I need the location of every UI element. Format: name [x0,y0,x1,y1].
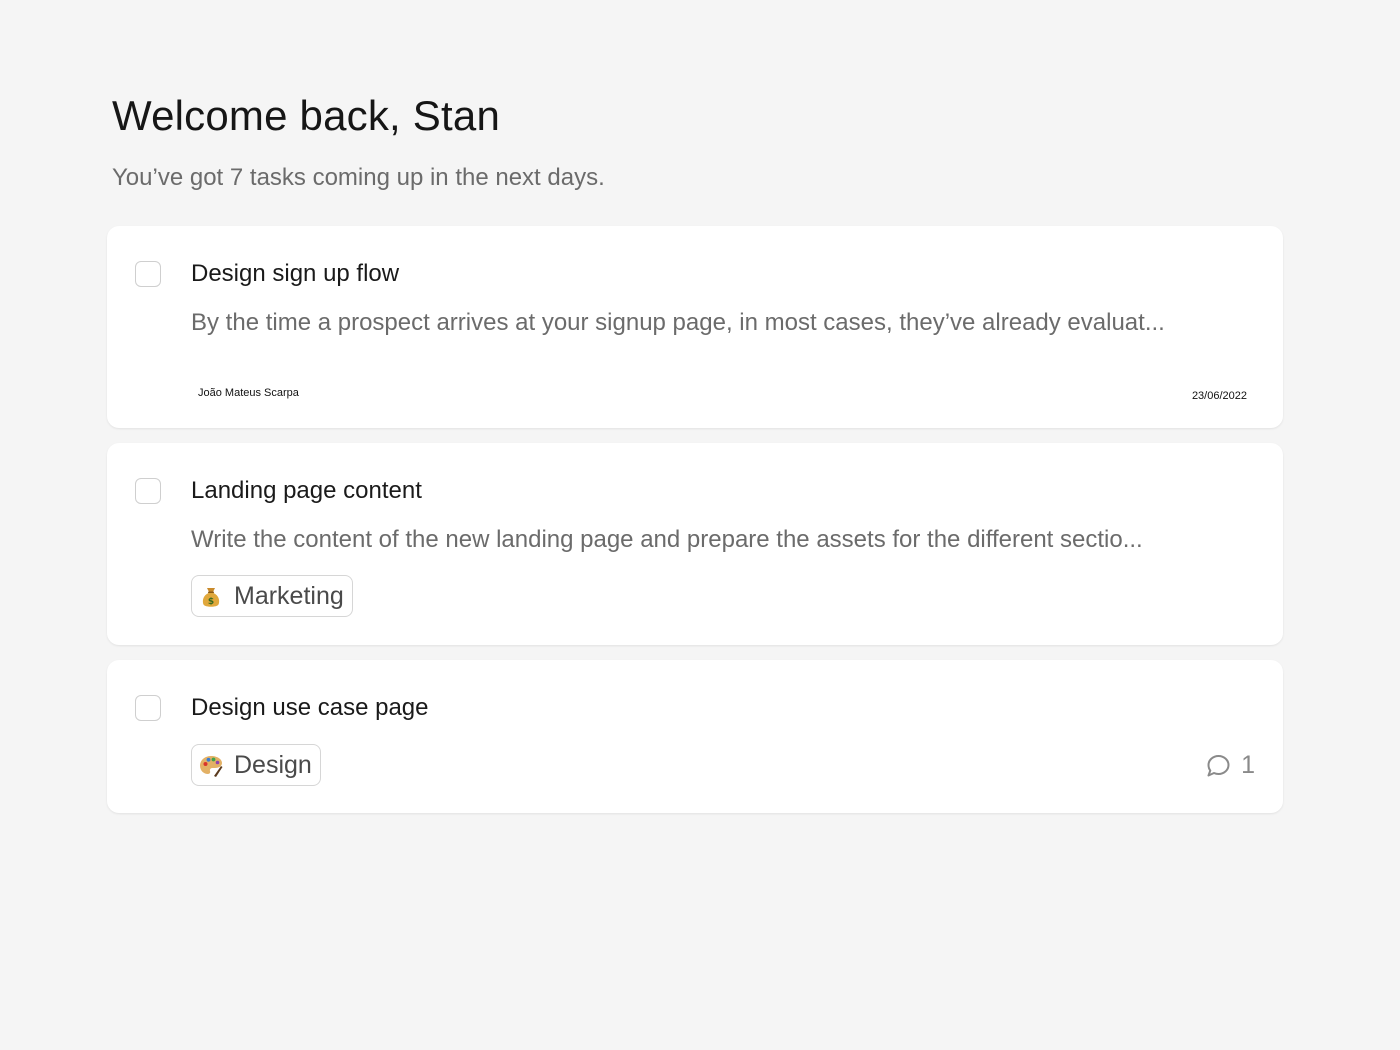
task-description: Write the content of the new landing pag… [191,526,1143,553]
task-card-design-use-case-page[interactable]: Design use case page Design 1 [107,660,1283,813]
tag-design[interactable]: Design [191,744,321,786]
task-checkbox[interactable] [135,478,161,504]
tag-label: Marketing [234,581,344,610]
task-checkbox[interactable] [135,695,161,721]
page-title: Welcome back, Stan [112,92,500,139]
task-card-design-sign-up-flow[interactable]: Design sign up flow By the time a prospe… [107,226,1283,428]
task-card-landing-page-content[interactable]: Landing page content Write the content o… [107,443,1283,645]
task-author: João Mateus Scarpa [198,387,299,399]
comment-count: 1 [1241,751,1255,779]
task-description: By the time a prospect arrives at your s… [191,309,1165,336]
task-title: Landing page content [191,477,422,504]
money-bag-icon: $ [202,588,220,607]
comments-button[interactable]: 1 [1205,751,1255,780]
tag-marketing[interactable]: $ Marketing [191,575,353,617]
task-due-date: 23/06/2022 [1191,390,1247,402]
svg-text:$: $ [208,597,214,607]
tag-label: Design [234,750,312,779]
comment-icon [1207,754,1230,776]
page-subtitle: You’ve got 7 tasks coming up in the next… [112,164,605,191]
task-title: Design use case page [191,694,429,721]
task-title: Design sign up flow [191,260,400,287]
task-checkbox[interactable] [135,261,161,287]
artist-palette-icon [200,756,223,777]
